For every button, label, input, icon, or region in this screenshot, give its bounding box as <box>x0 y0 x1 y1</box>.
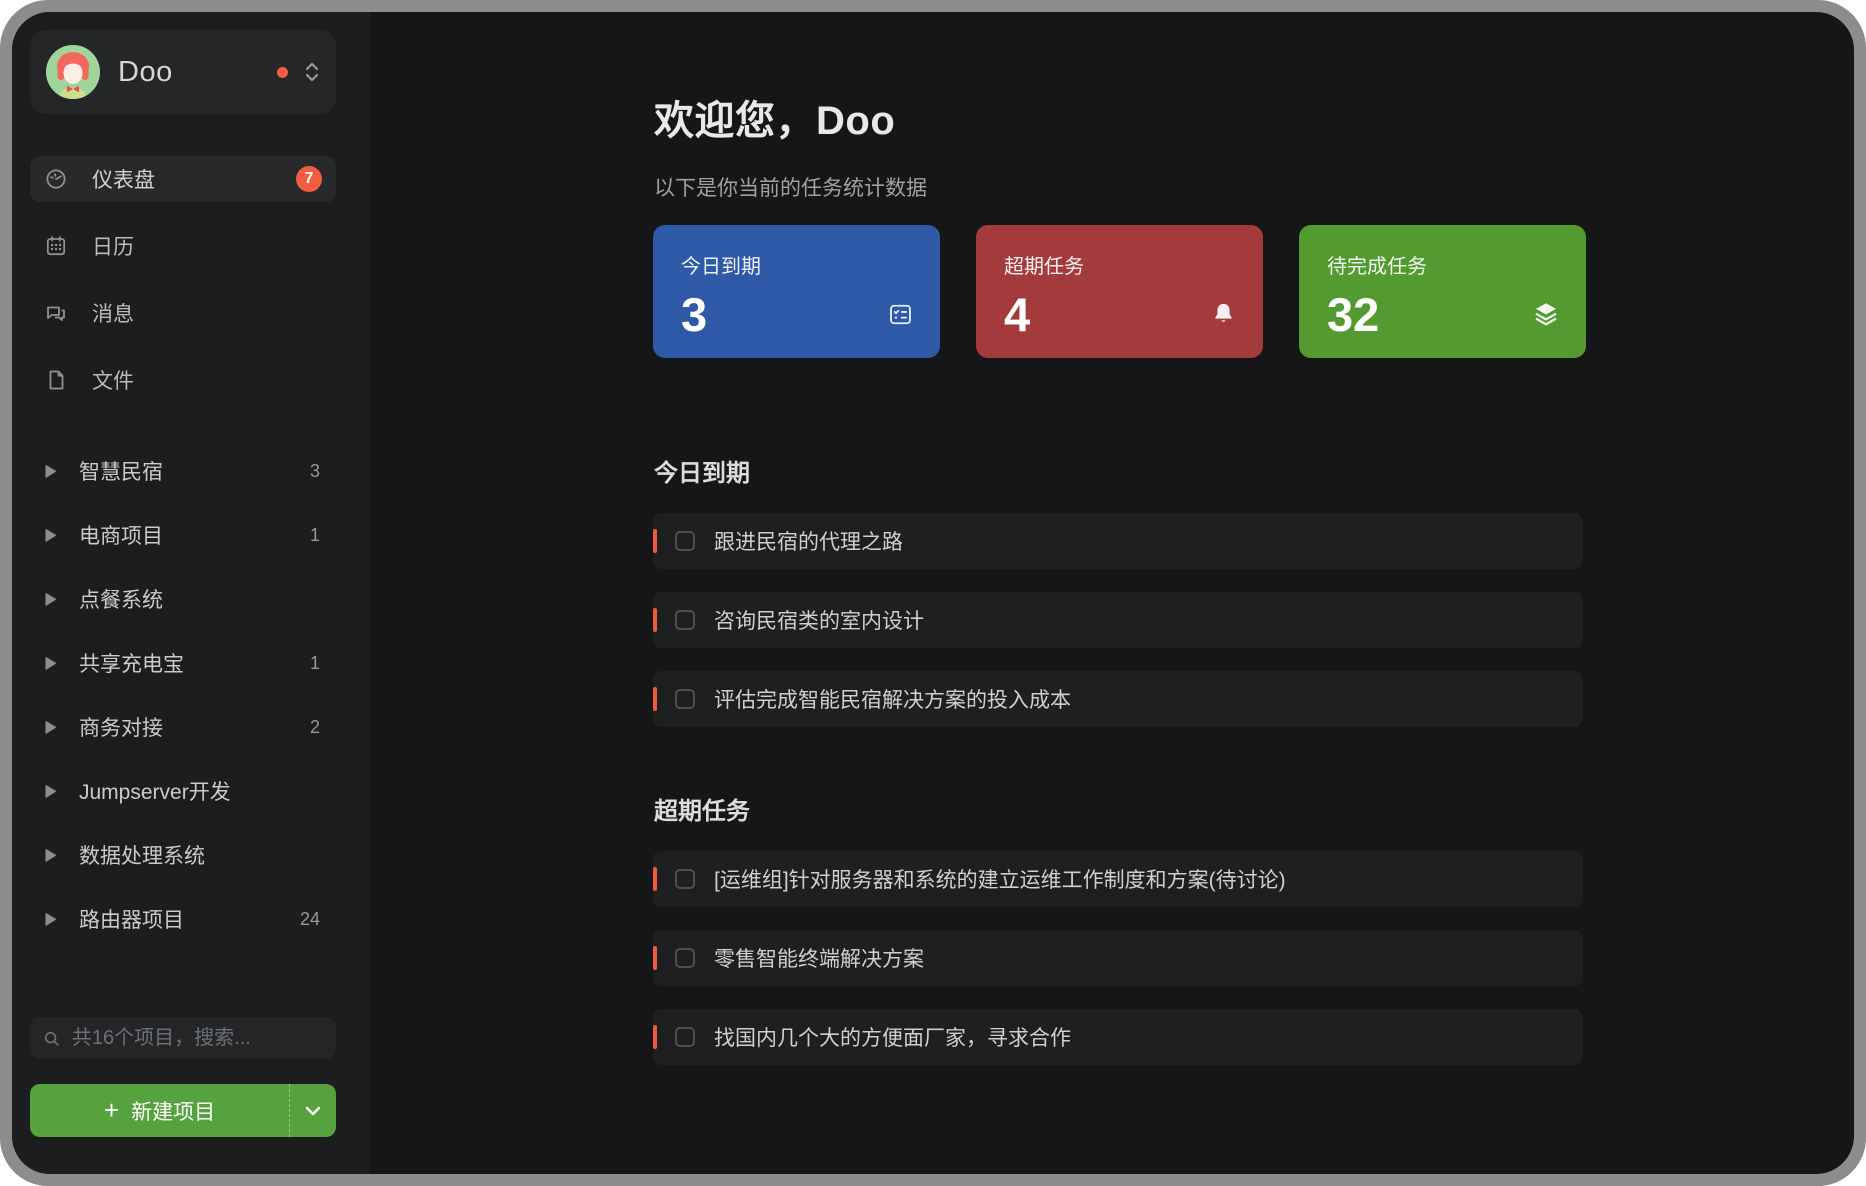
task-checkbox[interactable] <box>675 948 695 968</box>
caret-right-icon[interactable] <box>44 784 57 799</box>
project-search <box>30 1017 336 1059</box>
project-item[interactable]: 共享充电宝 1 <box>30 631 340 695</box>
message-icon <box>44 301 68 325</box>
task-checkbox[interactable] <box>675 531 695 551</box>
task-title: [运维组]针对服务器和系统的建立运维工作制度和方案(待讨论) <box>714 864 1286 894</box>
project-count: 24 <box>300 909 326 930</box>
task-checkbox[interactable] <box>675 1027 695 1047</box>
project-item[interactable]: 商务对接 2 <box>30 695 340 759</box>
stat-card-label: 今日到期 <box>681 250 912 279</box>
dashboard-icon <box>44 167 68 191</box>
caret-right-icon[interactable] <box>44 912 57 927</box>
project-item[interactable]: 智慧民宿 3 <box>30 439 340 503</box>
project-item[interactable]: 电商项目 1 <box>30 503 340 567</box>
online-dot-icon <box>277 67 288 78</box>
task-row[interactable]: 零售智能终端解决方案 <box>653 930 1583 986</box>
task-row[interactable]: 评估完成智能民宿解决方案的投入成本 <box>653 671 1583 727</box>
task-row[interactable]: 跟进民宿的代理之路 <box>653 513 1583 569</box>
caret-right-icon[interactable] <box>44 720 57 735</box>
page-title: 欢迎您，Doo <box>654 88 895 146</box>
project-item[interactable]: 点餐系统 <box>30 567 340 631</box>
sidebar: Doo 仪表盘 <box>12 12 370 1174</box>
sidebar-nav: 仪表盘 7 日历 <box>30 156 336 424</box>
task-checkbox[interactable] <box>675 869 695 889</box>
caret-right-icon[interactable] <box>44 848 57 863</box>
section-title-overdue: 超期任务 <box>654 791 750 826</box>
calendar-icon <box>44 234 68 258</box>
new-project-label: 新建项目 <box>131 1096 215 1126</box>
task-checkbox[interactable] <box>675 610 695 630</box>
task-title: 评估完成智能民宿解决方案的投入成本 <box>714 684 1071 714</box>
project-list: 智慧民宿 3 电商项目 1 点餐系统 共享充电宝 1 <box>30 439 340 951</box>
caret-right-icon[interactable] <box>44 592 57 607</box>
app-window: Doo 仪表盘 <box>12 12 1854 1174</box>
stat-card-due-today[interactable]: 今日到期 3 <box>653 225 940 358</box>
task-title: 咨询民宿类的室内设计 <box>714 605 924 635</box>
sidebar-item-label: 消息 <box>92 298 134 328</box>
chevron-down-icon <box>305 1106 321 1116</box>
sidebar-item-label: 文件 <box>92 365 134 395</box>
file-icon <box>44 368 68 392</box>
user-name: Doo <box>118 56 277 89</box>
new-project-button[interactable]: + 新建项目 <box>30 1084 336 1137</box>
project-count: 1 <box>310 525 326 546</box>
priority-bar <box>653 608 657 632</box>
stat-card-label: 待完成任务 <box>1327 250 1558 279</box>
caret-right-icon[interactable] <box>44 656 57 671</box>
sidebar-item-dashboard[interactable]: 仪表盘 7 <box>30 156 336 202</box>
priority-bar <box>653 867 657 891</box>
layers-icon <box>1532 300 1560 328</box>
project-item[interactable]: Jumpserver开发 <box>30 759 340 823</box>
project-item[interactable]: 路由器项目 24 <box>30 887 340 951</box>
task-row[interactable]: 咨询民宿类的室内设计 <box>653 592 1583 648</box>
priority-bar <box>653 529 657 553</box>
project-count: 2 <box>310 717 326 738</box>
plus-icon: + <box>104 1097 119 1123</box>
checklist-icon <box>887 301 914 328</box>
stat-card-label: 超期任务 <box>1004 250 1235 279</box>
project-count: 3 <box>310 461 326 482</box>
caret-right-icon[interactable] <box>44 528 57 543</box>
search-icon <box>43 1029 60 1048</box>
stat-card-overdue[interactable]: 超期任务 4 <box>976 225 1263 358</box>
task-title: 找国内几个大的方便面厂家，寻求合作 <box>714 1022 1071 1052</box>
task-checkbox[interactable] <box>675 689 695 709</box>
girl-avatar-icon <box>46 45 100 99</box>
search-input[interactable] <box>70 1026 323 1051</box>
section-title-due-today: 今日到期 <box>654 453 750 488</box>
stat-cards: 今日到期 3 超期任务 4 <box>653 225 1586 358</box>
select-arrows-icon[interactable] <box>304 61 320 83</box>
user-avatar <box>46 45 100 99</box>
page-subtitle: 以下是你当前的任务统计数据 <box>654 172 927 202</box>
main-content: 欢迎您，Doo 以下是你当前的任务统计数据 今日到期 3 <box>370 12 1854 1174</box>
project-count: 1 <box>310 653 326 674</box>
stat-card-pending[interactable]: 待完成任务 32 <box>1299 225 1586 358</box>
caret-right-icon[interactable] <box>44 464 57 479</box>
priority-bar <box>653 1025 657 1049</box>
stat-card-value: 32 <box>1327 291 1558 338</box>
task-title: 零售智能终端解决方案 <box>714 943 924 973</box>
new-project-main[interactable]: + 新建项目 <box>30 1084 289 1137</box>
device-frame: Doo 仪表盘 <box>0 0 1866 1186</box>
sidebar-item-messages[interactable]: 消息 <box>30 290 336 336</box>
task-row[interactable]: [运维组]针对服务器和系统的建立运维工作制度和方案(待讨论) <box>653 851 1583 907</box>
priority-bar <box>653 946 657 970</box>
priority-bar <box>653 687 657 711</box>
project-item[interactable]: 数据处理系统 <box>30 823 340 887</box>
stat-card-value: 3 <box>681 291 912 338</box>
task-title: 跟进民宿的代理之路 <box>714 526 903 556</box>
new-project-dropdown[interactable] <box>289 1084 336 1137</box>
sidebar-item-label: 仪表盘 <box>92 164 155 194</box>
task-row[interactable]: 找国内几个大的方便面厂家，寻求合作 <box>653 1009 1583 1065</box>
sidebar-item-label: 日历 <box>92 231 134 261</box>
sidebar-item-calendar[interactable]: 日历 <box>30 223 336 269</box>
task-list-due-today: 跟进民宿的代理之路 咨询民宿类的室内设计 评估完成智能民宿解决方案的投入成本 <box>653 513 1583 750</box>
user-menu[interactable]: Doo <box>30 30 336 114</box>
sidebar-item-files[interactable]: 文件 <box>30 357 336 403</box>
bell-icon <box>1210 301 1237 328</box>
dashboard-badge: 7 <box>296 166 322 192</box>
stat-card-value: 4 <box>1004 291 1235 338</box>
task-list-overdue: [运维组]针对服务器和系统的建立运维工作制度和方案(待讨论) 零售智能终端解决方… <box>653 851 1583 1088</box>
